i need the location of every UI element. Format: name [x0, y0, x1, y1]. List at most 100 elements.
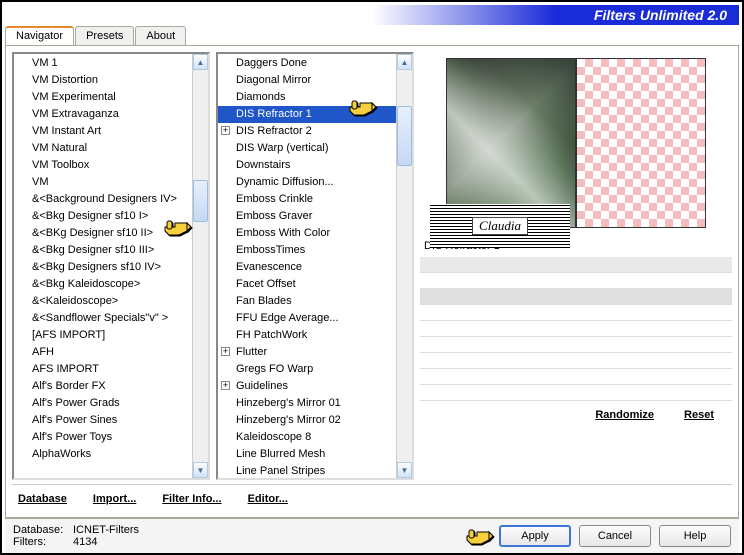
tab-strip: Navigator Presets About — [5, 26, 739, 46]
watermark-stamp: Claudia — [430, 204, 570, 248]
list-item-label: Diamonds — [236, 91, 286, 103]
tab-about[interactable]: About — [135, 26, 186, 45]
list-item[interactable]: VM Experimental — [14, 89, 192, 106]
list-item-label: Emboss With Color — [236, 227, 330, 239]
randomize-button[interactable]: Randomize — [591, 407, 658, 423]
list-item[interactable]: + DIS Refractor 2 — [218, 123, 396, 140]
scroll-up-icon[interactable]: ▲ — [397, 54, 412, 70]
list-item[interactable]: Facet Offset — [218, 276, 396, 293]
list-item-label: Emboss Graver — [236, 210, 312, 222]
list-item[interactable]: &<Kaleidoscope> — [14, 293, 192, 310]
list-item-label: Emboss Crinkle — [236, 193, 313, 205]
list-item[interactable]: + Flutter — [218, 344, 396, 361]
tab-presets[interactable]: Presets — [75, 26, 134, 45]
list-item[interactable]: Emboss Crinkle — [218, 191, 396, 208]
list-item[interactable]: VM Toolbox — [14, 157, 192, 174]
list-item-label: Diagonal Mirror — [236, 74, 311, 86]
parameter-rows — [420, 257, 732, 401]
list-item[interactable]: Downstairs — [218, 157, 396, 174]
watermark-text: Claudia — [472, 217, 528, 235]
list-item[interactable]: &<Background Designers IV> — [14, 191, 192, 208]
list-item[interactable]: &<Bkg Designers sf10 IV> — [14, 259, 192, 276]
list-item[interactable]: EmbossTimes — [218, 242, 396, 259]
list-item-label: Fan Blades — [236, 295, 292, 307]
list-item-label: Hinzeberg's Mirror 02 — [236, 414, 341, 426]
expand-icon[interactable]: + — [221, 381, 230, 390]
scrollbar[interactable]: ▲ ▼ — [396, 54, 412, 478]
filters-value: 4134 — [73, 536, 97, 548]
list-item[interactable]: VM 1 — [14, 55, 192, 72]
scrollbar[interactable]: ▲ ▼ — [192, 54, 208, 478]
pointing-hand-icon — [465, 526, 495, 546]
list-item[interactable]: Gregs FO Warp — [218, 361, 396, 378]
help-button[interactable]: Help — [659, 525, 731, 547]
scroll-up-icon[interactable]: ▲ — [193, 54, 208, 70]
app-title: Filters Unlimited 2.0 — [594, 7, 727, 23]
list-item-label: Daggers Done — [236, 57, 307, 69]
list-item[interactable]: +Guidelines — [218, 378, 396, 395]
reset-button[interactable]: Reset — [680, 407, 718, 423]
list-item-label: EmbossTimes — [236, 244, 305, 256]
scroll-down-icon[interactable]: ▼ — [397, 462, 412, 478]
list-item[interactable]: Hinzeberg's Mirror 01 — [218, 395, 396, 412]
cancel-button[interactable]: Cancel — [579, 525, 651, 547]
list-item[interactable]: [AFS IMPORT] — [14, 327, 192, 344]
list-item[interactable]: VM — [14, 174, 192, 191]
status-bar: Database: ICNET-Filters Filters: 4134 Ap… — [5, 518, 739, 553]
list-item[interactable]: Fan Blades — [218, 293, 396, 310]
apply-button[interactable]: Apply — [499, 525, 571, 547]
scroll-thumb[interactable] — [397, 106, 412, 166]
category-list[interactable]: VM 1VM DistortionVM ExperimentalVM Extra… — [12, 52, 210, 480]
list-item[interactable]: AlphaWorks — [14, 446, 192, 463]
list-item-label: Flutter — [236, 346, 267, 358]
list-item[interactable]: Alf's Power Sines — [14, 412, 192, 429]
list-item[interactable]: &<Bkg Kaleidoscope> — [14, 276, 192, 293]
list-item[interactable]: AFH — [14, 344, 192, 361]
list-item[interactable]: Kaleidoscope 8 — [218, 429, 396, 446]
list-item[interactable]: DIS Warp (vertical) — [218, 140, 396, 157]
editor-button[interactable]: Editor... — [244, 491, 292, 507]
title-bar: Filters Unlimited 2.0 — [5, 5, 739, 25]
db-value: ICNET-Filters — [73, 524, 139, 536]
preview-panel: Claudia DIS Refractor 1 Randomize Reset — [420, 52, 732, 480]
filters-label: Filters: — [13, 536, 67, 548]
list-item[interactable]: FH PatchWork — [218, 327, 396, 344]
list-item[interactable]: Diagonal Mirror — [218, 72, 396, 89]
list-item[interactable]: &<Sandflower Specials"v" > — [14, 310, 192, 327]
filter-info-button[interactable]: Filter Info... — [158, 491, 225, 507]
list-item[interactable]: Evanescence — [218, 259, 396, 276]
list-item[interactable]: FFU Edge Average... — [218, 310, 396, 327]
list-item-label: DIS Refractor 1 — [236, 108, 312, 120]
list-item-label: FH PatchWork — [236, 329, 307, 341]
list-item[interactable]: Daggers Done — [218, 55, 396, 72]
list-item[interactable]: VM Instant Art — [14, 123, 192, 140]
list-item[interactable]: Line Panel Stripes — [218, 463, 396, 478]
preview-after — [576, 58, 706, 228]
expand-icon[interactable]: + — [221, 347, 230, 356]
list-item-label: Line Blurred Mesh — [236, 448, 325, 460]
list-item[interactable]: Alf's Power Grads — [14, 395, 192, 412]
scroll-thumb[interactable] — [193, 180, 208, 222]
list-item-label: Downstairs — [236, 159, 290, 171]
filter-list[interactable]: Daggers Done Diagonal Mirror Diamonds DIS R… — [216, 52, 414, 480]
scroll-down-icon[interactable]: ▼ — [193, 462, 208, 478]
list-item[interactable]: Emboss Graver — [218, 208, 396, 225]
preview-before — [446, 58, 576, 228]
list-item-label: Kaleidoscope 8 — [236, 431, 311, 443]
list-item[interactable]: AFS IMPORT — [14, 361, 192, 378]
list-item[interactable]: VM Natural — [14, 140, 192, 157]
list-item[interactable]: Emboss With Color — [218, 225, 396, 242]
import-button[interactable]: Import... — [89, 491, 140, 507]
tab-navigator[interactable]: Navigator — [5, 26, 74, 45]
list-item[interactable]: Alf's Border FX — [14, 378, 192, 395]
database-button[interactable]: Database — [14, 491, 71, 507]
list-item[interactable]: Line Blurred Mesh — [218, 446, 396, 463]
list-item[interactable]: VM Distortion — [14, 72, 192, 89]
list-item[interactable]: Hinzeberg's Mirror 02 — [218, 412, 396, 429]
list-item[interactable]: Dynamic Diffusion... — [218, 174, 396, 191]
expand-icon[interactable]: + — [221, 126, 230, 135]
list-item[interactable]: VM Extravaganza — [14, 106, 192, 123]
list-item-label: DIS Refractor 2 — [236, 125, 312, 137]
list-item[interactable]: Alf's Power Toys — [14, 429, 192, 446]
list-item[interactable]: &<Bkg Designer sf10 III> — [14, 242, 192, 259]
